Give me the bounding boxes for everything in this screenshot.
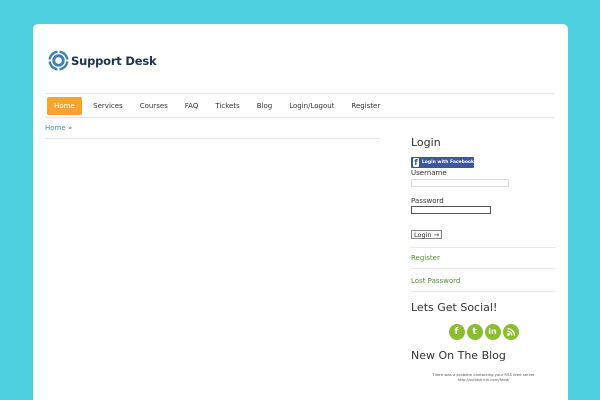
- blog-widget-title: New On The Blog: [411, 349, 506, 362]
- twitter-icon[interactable]: t: [466, 324, 483, 340]
- rss-error-message: There was a problem contacting your RSS …: [432, 372, 535, 382]
- breadcrumb: Home »: [45, 124, 72, 132]
- social-widget-title: Lets Get Social!: [411, 301, 498, 314]
- nav-item-blog[interactable]: Blog: [248, 97, 280, 115]
- login-widget-title: Login: [411, 136, 441, 149]
- divider: [45, 93, 554, 94]
- content-divider: [45, 138, 380, 139]
- password-input[interactable]: [411, 206, 491, 214]
- rss-icon[interactable]: [502, 324, 519, 340]
- divider: [411, 268, 556, 269]
- site-title: Support Desk: [71, 53, 157, 68]
- password-label: Password: [411, 197, 444, 205]
- register-link[interactable]: Register: [411, 254, 556, 262]
- nav-item-courses[interactable]: Courses: [131, 97, 176, 115]
- social-icons: f t in: [411, 324, 556, 340]
- nav-item-services[interactable]: Services: [85, 97, 132, 115]
- nav-item-login-logout[interactable]: Login/Logout: [281, 97, 343, 115]
- sidebar: Login f Login with Facebook Username Pas…: [411, 136, 556, 382]
- username-label: Username: [411, 169, 447, 177]
- divider: [45, 117, 554, 118]
- lifebuoy-icon: [48, 50, 69, 71]
- facebook-icon[interactable]: f: [448, 324, 465, 340]
- main-nav: Home Services Courses FAQ Tickets Blog L…: [47, 97, 389, 115]
- nav-item-home[interactable]: Home: [47, 97, 82, 115]
- divider: [411, 247, 556, 248]
- divider: [411, 291, 556, 292]
- nav-item-tickets[interactable]: Tickets: [207, 97, 248, 115]
- login-button[interactable]: Login →: [411, 230, 443, 239]
- facebook-login-button[interactable]: f Login with Facebook: [411, 157, 474, 168]
- breadcrumb-separator: »: [67, 124, 73, 132]
- nav-item-faq[interactable]: FAQ: [176, 97, 207, 115]
- facebook-login-label: Login with Facebook: [421, 160, 474, 165]
- nav-item-register[interactable]: Register: [343, 97, 389, 115]
- linkedin-icon[interactable]: in: [484, 324, 501, 340]
- username-input[interactable]: [411, 179, 509, 187]
- facebook-icon: f: [413, 158, 419, 167]
- breadcrumb-home-link[interactable]: Home: [45, 124, 66, 132]
- page-container: Support Desk Home Services Courses FAQ T…: [33, 24, 568, 400]
- site-logo[interactable]: Support Desk: [47, 49, 157, 72]
- lost-password-link[interactable]: Lost Password: [411, 277, 556, 285]
